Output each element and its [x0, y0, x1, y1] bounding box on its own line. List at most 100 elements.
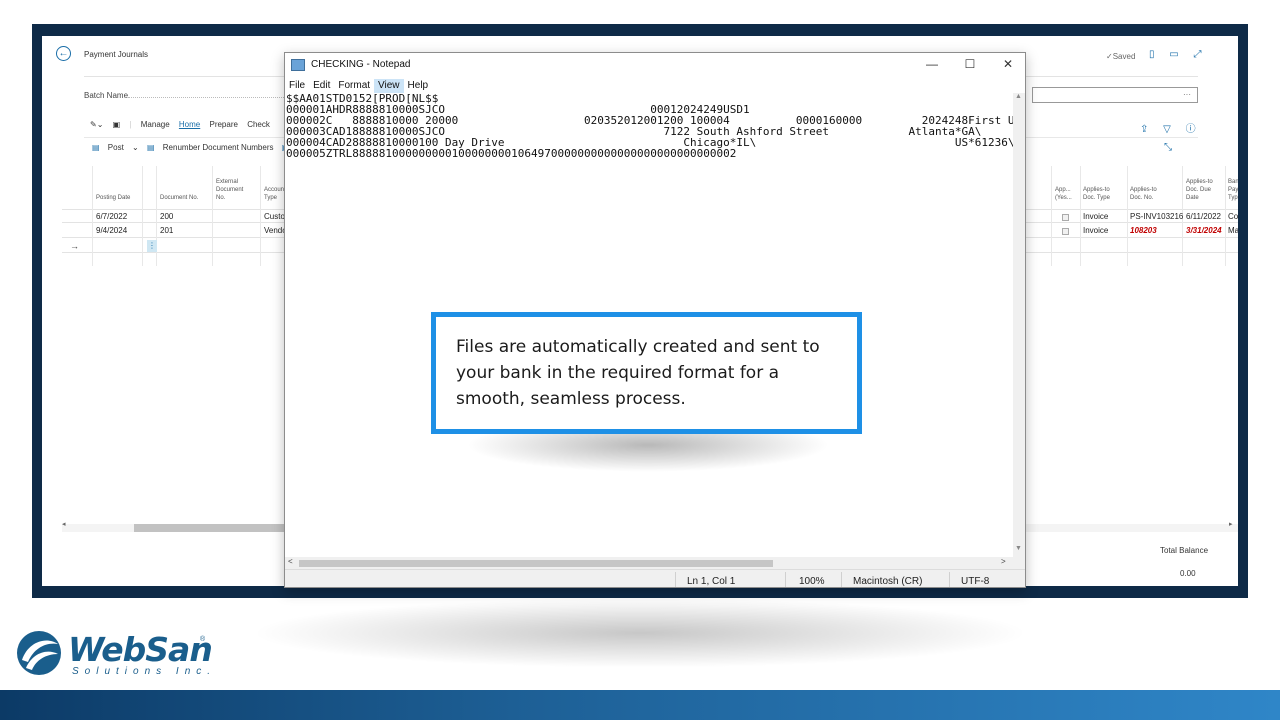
grid-column-line	[1127, 166, 1128, 266]
footer-band	[0, 690, 1280, 720]
row2-posting-date[interactable]: 9/4/2024	[96, 226, 127, 235]
header-line: Type	[264, 195, 278, 201]
grid-column-line	[212, 166, 213, 266]
header-line: App...	[1055, 187, 1071, 193]
tab-manage[interactable]: Manage	[141, 120, 170, 129]
action-bar: ✎⌄ ▣ | Manage Home Prepare Check	[90, 120, 277, 129]
minimize-icon[interactable]: —	[917, 57, 947, 71]
grid-column-line	[142, 166, 143, 266]
menu-format[interactable]: Format	[334, 79, 374, 93]
row1-bank-type[interactable]: Co	[1228, 212, 1238, 221]
row-actions-icon[interactable]: ⋮	[147, 240, 157, 252]
notepad-vertical-scrollbar[interactable]: ▲ ▼	[1013, 93, 1025, 557]
menu-file[interactable]: File	[285, 79, 309, 93]
batch-name-field[interactable]: ···	[1032, 87, 1198, 103]
notepad-titlebar[interactable]: CHECKING - Notepad — ☐ ✕	[285, 53, 1025, 79]
header-applies-to-doc-no[interactable]: Applies-to Doc. No.	[1130, 186, 1157, 202]
status-encoding: UTF-8	[961, 576, 990, 587]
frame-shadow	[250, 598, 1030, 668]
notepad-icon	[291, 59, 305, 71]
menu-help[interactable]: Help	[404, 79, 433, 93]
collapse-icon[interactable]: ⤡	[1164, 142, 1172, 153]
scroll-right-icon[interactable]: ▸	[1229, 520, 1233, 528]
status-zoom: 100%	[799, 576, 825, 587]
logo-registered-mark: ®	[200, 636, 206, 643]
row2-doc-type[interactable]: Invoice	[1083, 226, 1108, 235]
maximize-icon[interactable]: ☐	[955, 57, 985, 71]
header-applies-to-doc-type[interactable]: Applies-to Doc. Type	[1083, 186, 1110, 202]
row2-document-no[interactable]: 201	[160, 226, 173, 235]
header-account-type[interactable]: Account Type	[264, 186, 286, 202]
grid-scroll-thumb[interactable]	[134, 524, 294, 532]
row2-app-checkbox[interactable]	[1062, 228, 1069, 235]
row2-bank-type[interactable]: Ma	[1228, 226, 1238, 235]
header-line: Doc. Type	[1083, 195, 1110, 201]
header-line: Doc. No.	[1130, 195, 1154, 201]
row1-document-no[interactable]: 200	[160, 212, 173, 221]
tab-check[interactable]: Check	[247, 120, 270, 129]
row1-posting-date[interactable]: 6/7/2022	[96, 212, 127, 221]
renumber-button[interactable]: Renumber Document Numbers	[163, 143, 274, 152]
header-line: Doc. Due	[1186, 187, 1212, 193]
logo-tagline: Solutions Inc.	[72, 666, 217, 677]
header-line: Pay	[1228, 187, 1238, 193]
grid-column-line	[1080, 166, 1081, 266]
status-separator	[675, 572, 676, 587]
batch-name-label: Batch Name	[84, 91, 129, 100]
scroll-left-icon[interactable]: ◂	[62, 520, 66, 528]
scroll-right-icon[interactable]: >	[1001, 557, 1006, 566]
current-row-arrow-icon: →	[70, 241, 79, 251]
grid-column-line	[92, 166, 93, 266]
header-posting-date[interactable]: Posting Date	[96, 194, 130, 202]
status-separator	[949, 572, 950, 587]
header-bank-payment-type[interactable]: Ban Pay Typ	[1228, 178, 1238, 202]
share-filter-info-icons[interactable]: ⇪ ▽ ⓘ	[1140, 120, 1202, 135]
header-applies-to-due-date[interactable]: Applies-to Doc. Due Date	[1186, 178, 1213, 202]
batch-leader-dots	[128, 97, 288, 98]
total-balance-label: Total Balance	[1160, 546, 1209, 555]
action-bar-secondary: ▤ Post ⌄ ▤ Renumber Document Numbers ▣	[92, 143, 295, 152]
post-icon: ▤	[92, 143, 100, 152]
tab-prepare[interactable]: Prepare	[209, 120, 237, 129]
status-position: Ln 1, Col 1	[687, 576, 736, 587]
edit-list-icon[interactable]: ✎⌄	[90, 120, 103, 129]
back-arrow-icon[interactable]: ←	[56, 46, 71, 61]
row1-due-date[interactable]: 6/11/2022	[1186, 212, 1221, 221]
header-document-no[interactable]: Document No.	[160, 194, 198, 202]
window-action-icons[interactable]: ▯ ▭ ⤢	[1149, 49, 1208, 60]
grid-column-line	[1225, 166, 1226, 266]
notepad-menubar: File Edit Format View Help	[285, 79, 432, 93]
post-button[interactable]: Post	[108, 143, 124, 152]
row2-doc-no[interactable]: 108203	[1130, 226, 1157, 235]
scroll-left-icon[interactable]: <	[288, 557, 293, 566]
menu-view[interactable]: View	[374, 79, 404, 93]
notepad-scroll-thumb[interactable]	[299, 560, 773, 567]
notepad-title: CHECKING - Notepad	[311, 59, 411, 70]
status-separator	[841, 572, 842, 587]
row1-app-checkbox[interactable]	[1062, 214, 1069, 221]
scroll-up-icon[interactable]: ▲	[1015, 93, 1022, 100]
callout-box: Files are automatically created and sent…	[431, 312, 862, 434]
header-line: (Yes...	[1055, 195, 1072, 201]
scroll-down-icon[interactable]: ▼	[1015, 545, 1022, 552]
row1-doc-no[interactable]: PS-INV103216	[1130, 212, 1183, 221]
header-line: Account	[264, 187, 286, 193]
header-line: No.	[216, 195, 226, 201]
post-dropdown-chevron-icon[interactable]: ⌄	[132, 143, 139, 152]
tab-home[interactable]: Home	[179, 120, 200, 129]
row1-doc-type[interactable]: Invoice	[1083, 212, 1108, 221]
row2-due-date[interactable]: 3/31/2024	[1186, 226, 1222, 235]
header-app[interactable]: App... (Yes...	[1055, 186, 1072, 202]
websan-logo-icon	[17, 631, 61, 675]
header-line: Applies-to	[1130, 187, 1157, 193]
open-in-excel-icon[interactable]: ▣	[113, 120, 121, 129]
callout-text: Files are automatically created and sent…	[456, 337, 820, 409]
renumber-icon: ▤	[146, 143, 155, 152]
grid-column-line	[1051, 166, 1052, 266]
header-line: Document	[216, 187, 244, 193]
menu-edit[interactable]: Edit	[309, 79, 334, 93]
close-icon[interactable]: ✕	[993, 57, 1023, 71]
notepad-horizontal-scrollbar[interactable]: < >	[285, 557, 1025, 569]
header-external-document-no[interactable]: External Document No.	[216, 178, 243, 202]
toolbar-separator: |	[129, 120, 132, 129]
